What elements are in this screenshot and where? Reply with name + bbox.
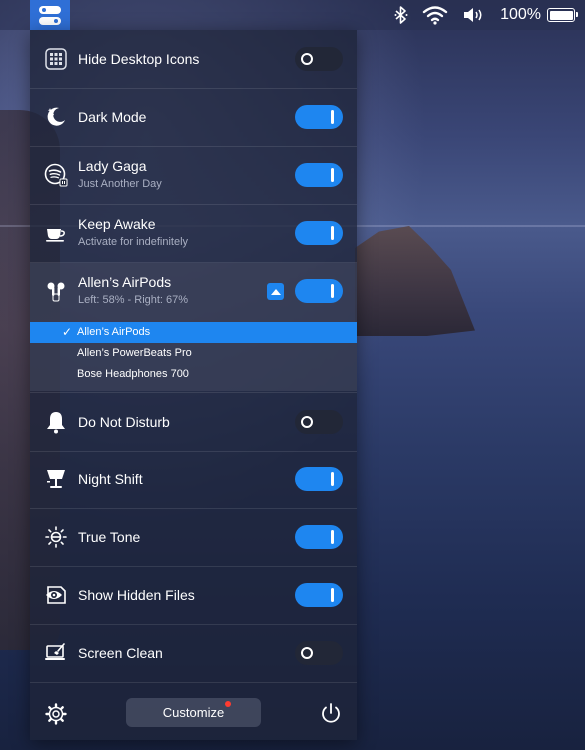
screen-clean-toggle[interactable] [295, 641, 343, 665]
row-true-tone: True Tone [30, 508, 357, 567]
sun-icon [44, 525, 68, 549]
true-tone-toggle[interactable] [295, 525, 343, 549]
desktop-headland [355, 226, 475, 336]
row-airpods: Allen’s AirPods Left: 58% - Right: 67% [30, 262, 357, 320]
row-keep-awake: Keep Awake Activate for indefinitely [30, 204, 357, 263]
customize-button[interactable]: Customize [126, 698, 261, 727]
moon-icon [44, 105, 68, 129]
hide-desktop-icons-toggle[interactable] [295, 47, 343, 71]
one-switch-panel: Hide Desktop Icons Dark Mode Lady Gaga J… [30, 30, 357, 740]
one-switch-menu-icon[interactable] [30, 0, 70, 30]
screen-brush-icon [44, 641, 68, 665]
row-dark-mode: Dark Mode [30, 88, 357, 147]
battery-indicator[interactable]: 100% [500, 6, 578, 24]
row-title: Show Hidden Files [78, 587, 195, 603]
bell-icon [44, 410, 68, 434]
device-item[interactable]: Allen’s PowerBeats Pro [30, 343, 357, 364]
row-title: Screen Clean [78, 645, 163, 661]
device-item[interactable]: Bose Headphones 700 [30, 364, 357, 385]
show-hidden-files-toggle[interactable] [295, 583, 343, 607]
row-hide-desktop-icons: Hide Desktop Icons [30, 30, 357, 89]
airpods-connect-toggle[interactable] [295, 279, 343, 303]
do-not-disturb-toggle[interactable] [295, 410, 343, 434]
customize-label: Customize [162, 705, 225, 720]
row-title: Lady Gaga [78, 158, 147, 174]
volume-icon[interactable] [462, 6, 486, 24]
collapse-devices-button[interactable] [267, 283, 284, 300]
menu-bar: 100% [0, 0, 585, 30]
row-night-shift: Night Shift [30, 450, 357, 509]
device-list: ✓ Allen’s AirPods Allen’s PowerBeats Pro… [30, 322, 357, 385]
row-subtitle: Left: 58% - Right: 67% [78, 294, 189, 306]
desktop-grid-icon [44, 47, 68, 71]
device-name: Allen’s PowerBeats Pro [77, 347, 192, 359]
row-subtitle: Just Another Day [78, 178, 162, 190]
row-title: Dark Mode [78, 109, 147, 125]
music-play-toggle[interactable] [295, 163, 343, 187]
notification-dot [225, 701, 231, 707]
device-name: Bose Headphones 700 [77, 368, 189, 380]
wifi-icon[interactable] [422, 5, 448, 25]
row-title: Keep Awake [78, 216, 156, 232]
eye-icon [44, 583, 68, 607]
airpods-icon [44, 279, 68, 303]
battery-icon [547, 8, 578, 22]
row-title: Hide Desktop Icons [78, 51, 200, 67]
status-area: 100% [394, 0, 578, 30]
checkmark-icon: ✓ [62, 325, 73, 339]
row-title: True Tone [78, 529, 141, 545]
device-item[interactable]: ✓ Allen’s AirPods [30, 322, 357, 343]
coffee-cup-icon [44, 221, 68, 245]
row-title: Night Shift [78, 471, 143, 487]
row-show-hidden-files: Show Hidden Files [30, 566, 357, 625]
row-title: Allen’s AirPods [78, 274, 172, 290]
dark-mode-toggle[interactable] [295, 105, 343, 129]
bluetooth-icon[interactable] [394, 6, 408, 24]
row-do-not-disturb: Do Not Disturb [30, 392, 357, 452]
row-screen-clean: Screen Clean [30, 624, 357, 683]
battery-percent: 100% [500, 6, 541, 23]
row-now-playing: Lady Gaga Just Another Day [30, 146, 357, 205]
spotify-icon [44, 163, 68, 187]
row-title: Do Not Disturb [78, 414, 170, 430]
row-subtitle: Activate for indefinitely [78, 236, 189, 248]
keep-awake-toggle[interactable] [295, 221, 343, 245]
power-icon[interactable] [320, 702, 342, 729]
lamp-icon [44, 467, 68, 491]
device-name: Allen’s AirPods [77, 326, 151, 338]
gear-icon[interactable] [44, 702, 68, 731]
night-shift-toggle[interactable] [295, 467, 343, 491]
panel-footer: Customize [30, 693, 357, 740]
